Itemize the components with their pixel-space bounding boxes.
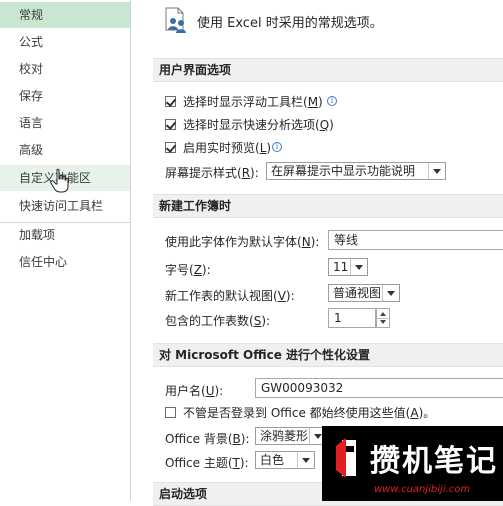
font-size-label: 字号(Z): xyxy=(165,263,211,277)
sidebar-item-label: 校对 xyxy=(19,62,44,76)
live-preview-label[interactable]: 启用实时预览(L) xyxy=(183,139,271,156)
sidebar-item-label: 公式 xyxy=(19,35,44,49)
watermark-url: www.cuanjibiji.com xyxy=(374,484,471,495)
section-header-personalize: 对 Microsoft Office 进行个性化设置 xyxy=(153,343,503,367)
font-size-select[interactable]: 11 xyxy=(328,258,368,276)
live-preview-checkbox[interactable] xyxy=(165,142,176,153)
office-background-label: Office 背景(B): xyxy=(165,432,250,446)
user-name-label: 用户名(U): xyxy=(165,384,224,398)
watermark-badge: 攒机笔记 www.cuanjibiji.com xyxy=(322,426,503,501)
spin-down-icon[interactable] xyxy=(377,318,389,327)
hand-cursor-icon xyxy=(50,168,69,193)
sidebar-item-add-ins[interactable]: 加载项 xyxy=(0,222,130,248)
show-quick-analysis-label[interactable]: 选择时显示快速分析选项(Q) xyxy=(183,116,334,133)
show-mini-toolbar-checkbox[interactable] xyxy=(165,96,176,107)
default-view-select[interactable]: 普通视图 xyxy=(328,284,400,302)
sidebar-item-language[interactable]: 语言 xyxy=(0,110,130,136)
office-background-select[interactable]: 涂鸦菱形 xyxy=(255,427,327,445)
always-use-values-checkbox[interactable] xyxy=(165,407,176,418)
default-font-label: 使用此字体作为默认字体(N): xyxy=(165,235,320,249)
sidebar-item-label: 保存 xyxy=(19,89,44,103)
always-use-values-label[interactable]: 不管是否登录到 Office 都始终使用这些值(A)。 xyxy=(183,404,435,421)
sidebar-item-label: 高级 xyxy=(19,143,44,157)
sidebar-item-trust-center[interactable]: 信任中心 xyxy=(0,249,130,275)
office-theme-label: Office 主题(T): xyxy=(165,456,249,470)
sidebar-item-label: 语言 xyxy=(19,116,44,130)
section-header-ui-options: 用户界面选项 xyxy=(153,58,503,82)
screentip-style-label: 屏幕提示样式(R): xyxy=(165,166,259,180)
sheet-count-spinner[interactable] xyxy=(376,308,390,328)
show-mini-toolbar-label[interactable]: 选择时显示浮动工具栏(M) xyxy=(183,93,323,110)
info-icon[interactable]: i xyxy=(327,96,337,106)
sidebar-item-proofing[interactable]: 校对 xyxy=(0,56,130,82)
sidebar-item-advanced[interactable]: 高级 xyxy=(0,137,130,163)
watermark-title: 攒机笔记 xyxy=(370,444,498,479)
sidebar-item-save[interactable]: 保存 xyxy=(0,83,130,109)
chevron-down-icon[interactable] xyxy=(350,259,367,275)
screentip-style-select[interactable]: 在屏幕提示中显示功能说明 xyxy=(266,162,446,180)
page-intro-text: 使用 Excel 时采用的常规选项。 xyxy=(197,16,383,31)
sidebar-item-label: 加载项 xyxy=(19,228,56,242)
chevron-down-icon[interactable] xyxy=(297,452,314,468)
watermark-logo-icon xyxy=(336,438,356,478)
sheet-count-input[interactable]: 1 xyxy=(328,308,376,328)
sidebar-item-label: 常规 xyxy=(19,8,44,22)
chevron-down-icon[interactable] xyxy=(382,285,399,301)
sidebar-item-label: 信任中心 xyxy=(19,255,68,269)
default-view-label: 新工作表的默认视图(V): xyxy=(165,289,295,303)
show-quick-analysis-checkbox[interactable] xyxy=(165,119,176,130)
default-font-input[interactable]: 等线 xyxy=(328,230,503,250)
office-theme-select[interactable]: 白色 xyxy=(255,451,315,469)
chevron-down-icon[interactable] xyxy=(428,163,445,179)
user-name-input[interactable]: GW00093032 xyxy=(255,378,503,398)
sidebar-item-general[interactable]: 常规 xyxy=(0,2,130,28)
sheet-count-label: 包含的工作表数(S): xyxy=(165,314,271,328)
options-sidebar: 常规 公式 校对 保存 语言 高级 自定义功能区 快速访问工具栏 加载项 信任中… xyxy=(0,0,131,501)
section-header-new-workbook: 新建工作簿时 xyxy=(153,194,503,218)
people-settings-icon xyxy=(165,7,186,33)
sidebar-item-quick-access-toolbar[interactable]: 快速访问工具栏 xyxy=(0,193,130,219)
sidebar-item-formulas[interactable]: 公式 xyxy=(0,29,130,55)
sidebar-item-label: 快速访问工具栏 xyxy=(19,199,104,213)
info-icon[interactable]: i xyxy=(272,142,282,152)
